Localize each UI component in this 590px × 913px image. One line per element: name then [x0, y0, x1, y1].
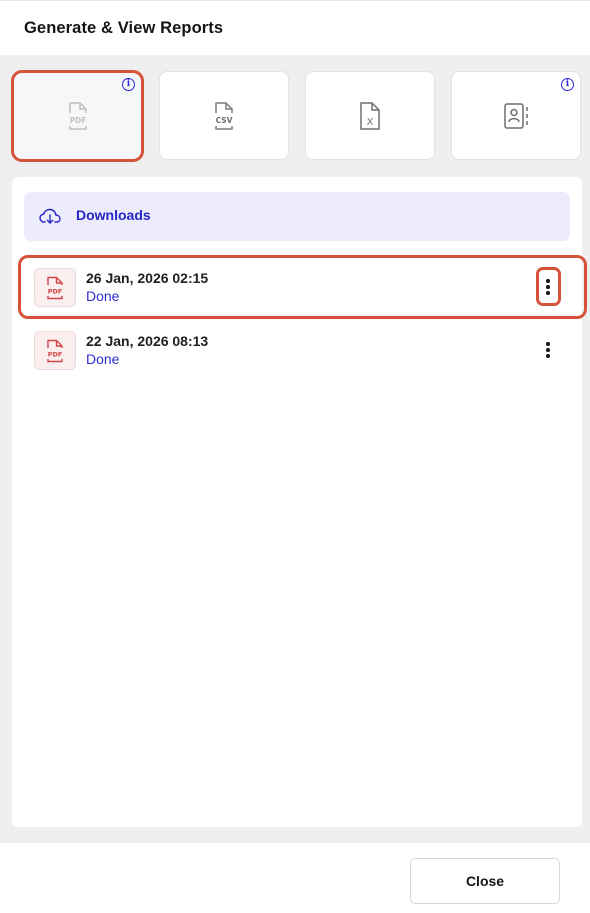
csv-card-label: CSV [216, 116, 233, 125]
download-row[interactable]: PDF 22 Jan, 2026 08:13 Done [24, 327, 570, 377]
pdf-card-label: PDF [70, 116, 87, 125]
report-type-excel[interactable]: X [305, 71, 435, 160]
pdf-thumbnail: PDF [34, 331, 76, 370]
csv-file-icon: CSV [215, 101, 233, 130]
excel-card-label: X [367, 117, 374, 128]
pdf-thumbnail: PDF [34, 268, 76, 307]
page-title: Generate & View Reports [24, 18, 224, 37]
download-row[interactable]: PDF 26 Jan, 2026 02:15 Done [24, 264, 570, 314]
download-date: 26 Jan, 2026 02:15 [86, 270, 209, 286]
download-status: Done [86, 288, 120, 304]
pdf-file-icon: PDF [47, 339, 63, 362]
pdf-file-icon: PDF [69, 101, 87, 130]
downloads-header[interactable]: Downloads [24, 192, 570, 241]
excel-file-icon: X [360, 101, 380, 130]
pdf-file-icon: PDF [47, 276, 63, 299]
pdf-thumb-label: PDF [48, 287, 63, 295]
contact-card-icon [504, 102, 528, 129]
download-date: 22 Jan, 2026 08:13 [86, 333, 209, 349]
report-type-csv[interactable]: CSV [159, 71, 289, 160]
more-options-icon[interactable] [538, 276, 558, 298]
download-status: Done [86, 351, 120, 367]
cloud-download-icon [39, 208, 61, 224]
downloads-label: Downloads [76, 207, 151, 223]
close-button[interactable]: Close [410, 858, 560, 904]
contact-info-icon[interactable]: i [561, 78, 574, 91]
pdf-info-icon[interactable]: i [122, 78, 135, 91]
more-options-icon[interactable] [538, 339, 558, 361]
pdf-thumb-label: PDF [48, 350, 63, 358]
dialog-header: Generate & View Reports [0, 0, 590, 55]
